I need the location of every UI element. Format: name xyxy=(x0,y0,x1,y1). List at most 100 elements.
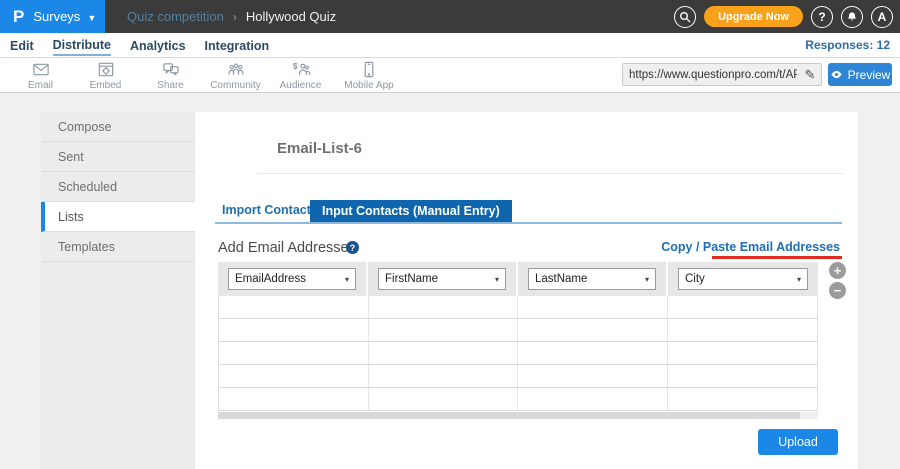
breadcrumb: Quiz competition › Hollywood Quiz xyxy=(127,9,336,24)
table-cell[interactable] xyxy=(518,319,668,341)
table-cell[interactable] xyxy=(518,296,668,318)
survey-url-input[interactable] xyxy=(623,69,799,81)
table-cell[interactable] xyxy=(668,296,818,318)
select-caret-icon: ▾ xyxy=(645,275,649,284)
survey-url-box: ✎ xyxy=(622,63,822,86)
select-caret-icon: ▾ xyxy=(797,275,801,284)
nav-item-integration[interactable]: Integration xyxy=(205,36,270,55)
table-cell[interactable] xyxy=(668,388,818,410)
tool-share[interactable]: Share xyxy=(138,60,203,91)
search-icon xyxy=(679,11,691,23)
tool-mobile-app[interactable]: Mobile App xyxy=(333,60,405,91)
table-cell[interactable] xyxy=(369,296,519,318)
tab-import-contacts[interactable]: Import Contacts xyxy=(222,203,318,217)
tool-email[interactable]: Email xyxy=(8,60,73,91)
table-cell[interactable] xyxy=(369,365,519,387)
contacts-table-header: EmailAddress ▾ FirstName ▾ LastName ▾ Ci… xyxy=(218,262,818,296)
nav-item-distribute[interactable]: Distribute xyxy=(53,35,111,56)
column-select-lastname[interactable]: LastName ▾ xyxy=(528,268,656,290)
eye-icon xyxy=(830,68,843,81)
column-select-firstname[interactable]: FirstName ▾ xyxy=(378,268,506,290)
add-row-button[interactable]: + xyxy=(829,262,846,279)
copy-paste-email-link[interactable]: Copy / Paste Email Addresses xyxy=(661,240,840,254)
product-name: Surveys xyxy=(33,9,80,24)
sidebar-item-lists[interactable]: Lists xyxy=(41,202,195,232)
share-icon xyxy=(161,60,181,79)
table-cell[interactable] xyxy=(219,365,369,387)
nav-item-analytics[interactable]: Analytics xyxy=(130,36,186,55)
table-cell[interactable] xyxy=(219,296,369,318)
table-cell[interactable] xyxy=(219,388,369,410)
tabs-underline xyxy=(215,222,842,224)
channel-tools: Email Embed Share xyxy=(8,60,405,91)
topbar-actions: Upgrade Now ? A xyxy=(674,6,900,28)
community-icon xyxy=(226,60,246,79)
column-select-city[interactable]: City ▾ xyxy=(678,268,808,290)
sidebar-item-templates[interactable]: Templates xyxy=(41,232,195,262)
upgrade-now-button[interactable]: Upgrade Now xyxy=(704,6,803,27)
section-title: Add Email Addresses xyxy=(218,240,356,256)
tool-embed[interactable]: Embed xyxy=(73,60,138,91)
tool-label: Audience xyxy=(280,80,322,91)
header-cell: LastName ▾ xyxy=(518,262,668,296)
table-cell[interactable] xyxy=(518,365,668,387)
search-button[interactable] xyxy=(674,6,696,28)
avatar[interactable]: A xyxy=(871,6,893,28)
sidebar-item-sent[interactable]: Sent xyxy=(41,142,195,172)
scrollbar-thumb[interactable] xyxy=(218,412,800,419)
upload-button[interactable]: Upload xyxy=(758,429,838,455)
help-button[interactable]: ? xyxy=(811,6,833,28)
chevron-down-icon: ▼ xyxy=(87,13,96,23)
table-cell[interactable] xyxy=(668,319,818,341)
table-cell[interactable] xyxy=(369,342,519,364)
horizontal-scrollbar xyxy=(218,412,818,419)
table-cell[interactable] xyxy=(369,388,519,410)
remove-row-button[interactable]: − xyxy=(829,282,846,299)
list-detail-panel: Email-List-6 Import Contacts Input Conta… xyxy=(195,112,858,469)
questionpro-logo-icon: P xyxy=(13,7,24,27)
select-caret-icon: ▾ xyxy=(345,275,349,284)
email-sidebar: Compose Sent Scheduled Lists Templates xyxy=(41,112,195,469)
table-cell[interactable] xyxy=(219,319,369,341)
embed-icon xyxy=(96,60,116,79)
sidebar-item-compose[interactable]: Compose xyxy=(41,112,195,142)
questionpro-app: P Surveys ▼ Quiz competition › Hollywood… xyxy=(0,0,900,469)
table-row xyxy=(219,319,817,342)
survey-nav: Edit Distribute Analytics Integration Re… xyxy=(0,33,900,58)
preview-label: Preview xyxy=(848,68,891,82)
tool-label: Share xyxy=(157,80,184,91)
table-cell[interactable] xyxy=(668,365,818,387)
page-title: Email-List-6 xyxy=(277,140,362,157)
title-divider xyxy=(257,173,843,174)
distribute-toolbar: Email Embed Share xyxy=(0,58,900,93)
surveys-menu[interactable]: P Surveys ▼ xyxy=(0,0,105,33)
tool-audience[interactable]: $ Audience xyxy=(268,60,333,91)
breadcrumb-current: Hollywood Quiz xyxy=(246,9,336,24)
table-row xyxy=(219,342,817,365)
email-icon xyxy=(31,60,51,79)
column-select-emailaddress[interactable]: EmailAddress ▾ xyxy=(228,268,356,290)
breadcrumb-parent[interactable]: Quiz competition xyxy=(127,9,224,24)
help-icon[interactable]: ? xyxy=(346,241,359,254)
table-cell[interactable] xyxy=(518,388,668,410)
edit-url-icon[interactable]: ✎ xyxy=(799,67,821,83)
svg-text:$: $ xyxy=(292,61,297,71)
tab-input-contacts-manual[interactable]: Input Contacts (Manual Entry) xyxy=(310,200,512,223)
tool-label: Mobile App xyxy=(344,80,393,91)
notifications-button[interactable] xyxy=(841,6,863,28)
tool-label: Community xyxy=(210,80,261,91)
tool-label: Embed xyxy=(90,80,122,91)
preview-button[interactable]: Preview xyxy=(828,63,892,86)
table-cell[interactable] xyxy=(219,342,369,364)
breadcrumb-separator: › xyxy=(233,10,237,24)
sidebar-item-scheduled[interactable]: Scheduled xyxy=(41,172,195,202)
tool-community[interactable]: Community xyxy=(203,60,268,91)
audience-icon: $ xyxy=(291,60,311,79)
selected-option: City xyxy=(685,273,705,285)
red-underline-annotation xyxy=(712,256,842,259)
table-cell[interactable] xyxy=(518,342,668,364)
table-cell[interactable] xyxy=(668,342,818,364)
nav-item-edit[interactable]: Edit xyxy=(10,36,34,55)
responses-count[interactable]: Responses: 12 xyxy=(805,38,890,52)
table-cell[interactable] xyxy=(369,319,519,341)
